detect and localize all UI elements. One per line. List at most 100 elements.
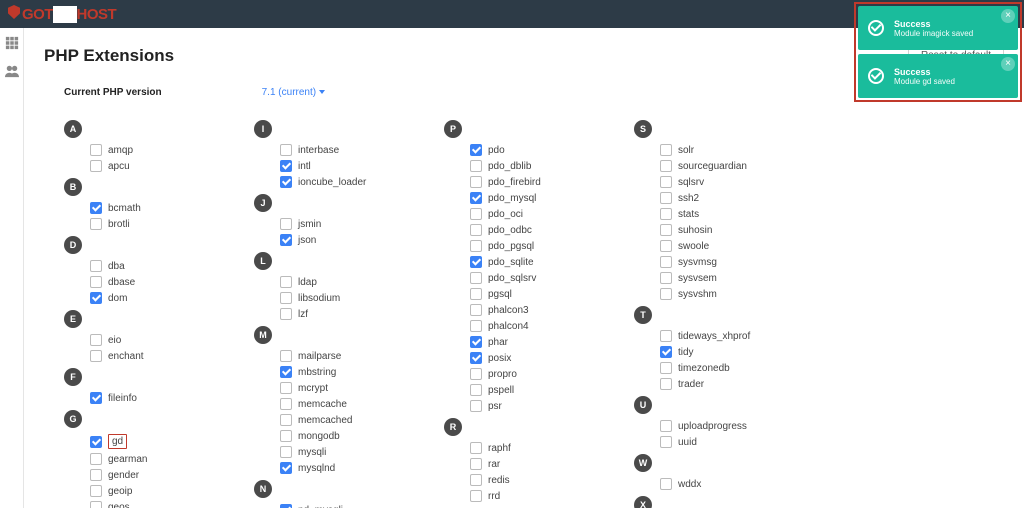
ext-row-memcached[interactable]: memcached: [254, 412, 414, 428]
ext-row-dom[interactable]: dom: [64, 290, 224, 306]
ext-row-interbase[interactable]: interbase: [254, 142, 414, 158]
ext-checkbox[interactable]: [660, 478, 672, 490]
ext-checkbox[interactable]: [470, 490, 482, 502]
ext-row-pspell[interactable]: pspell: [444, 382, 604, 398]
ext-checkbox[interactable]: [660, 144, 672, 156]
ext-row-timezonedb[interactable]: timezonedb: [634, 360, 794, 376]
ext-checkbox[interactable]: [280, 366, 292, 378]
ext-row-memcache[interactable]: memcache: [254, 396, 414, 412]
ext-row-libsodium[interactable]: libsodium: [254, 290, 414, 306]
ext-row-phar[interactable]: phar: [444, 334, 604, 350]
ext-checkbox[interactable]: [90, 501, 102, 508]
ext-row-stats[interactable]: stats: [634, 206, 794, 222]
ext-row-tidy[interactable]: tidy: [634, 344, 794, 360]
ext-checkbox[interactable]: [470, 224, 482, 236]
ext-checkbox[interactable]: [660, 224, 672, 236]
users-icon[interactable]: [5, 64, 19, 78]
ext-row-pdo_odbc[interactable]: pdo_odbc: [444, 222, 604, 238]
ext-row-swoole[interactable]: swoole: [634, 238, 794, 254]
ext-row-dbase[interactable]: dbase: [64, 274, 224, 290]
ext-row-raphf[interactable]: raphf: [444, 440, 604, 456]
ext-row-pgsql[interactable]: pgsql: [444, 286, 604, 302]
ext-row-pdo_mysql[interactable]: pdo_mysql: [444, 190, 604, 206]
ext-checkbox[interactable]: [660, 208, 672, 220]
ext-checkbox[interactable]: [90, 453, 102, 465]
ext-row-solr[interactable]: solr: [634, 142, 794, 158]
ext-row-jsmin[interactable]: jsmin: [254, 216, 414, 232]
ext-checkbox[interactable]: [470, 352, 482, 364]
ext-checkbox[interactable]: [90, 202, 102, 214]
ext-row-bcmath[interactable]: bcmath: [64, 200, 224, 216]
ext-row-pdo_oci[interactable]: pdo_oci: [444, 206, 604, 222]
ext-checkbox[interactable]: [470, 368, 482, 380]
ext-checkbox[interactable]: [660, 272, 672, 284]
ext-checkbox[interactable]: [280, 176, 292, 188]
ext-row-ssh2[interactable]: ssh2: [634, 190, 794, 206]
ext-checkbox[interactable]: [90, 276, 102, 288]
ext-checkbox[interactable]: [90, 469, 102, 481]
ext-row-sqlsrv[interactable]: sqlsrv: [634, 174, 794, 190]
ext-row-brotli[interactable]: brotli: [64, 216, 224, 232]
ext-checkbox[interactable]: [90, 350, 102, 362]
ext-checkbox[interactable]: [470, 192, 482, 204]
ext-checkbox[interactable]: [660, 160, 672, 172]
ext-row-pdo[interactable]: pdo: [444, 142, 604, 158]
ext-row-psr[interactable]: psr: [444, 398, 604, 414]
ext-row-phalcon3[interactable]: phalcon3: [444, 302, 604, 318]
close-icon[interactable]: ×: [1001, 9, 1015, 23]
ext-checkbox[interactable]: [470, 304, 482, 316]
ext-checkbox[interactable]: [90, 144, 102, 156]
ext-checkbox[interactable]: [280, 446, 292, 458]
ext-row-mbstring[interactable]: mbstring: [254, 364, 414, 380]
ext-checkbox[interactable]: [90, 292, 102, 304]
ext-checkbox[interactable]: [90, 218, 102, 230]
ext-row-trader[interactable]: trader: [634, 376, 794, 392]
ext-checkbox[interactable]: [470, 208, 482, 220]
ext-checkbox[interactable]: [90, 485, 102, 497]
ext-checkbox[interactable]: [660, 420, 672, 432]
ext-row-redis[interactable]: redis: [444, 472, 604, 488]
ext-row-sysvshm[interactable]: sysvshm: [634, 286, 794, 302]
ext-checkbox[interactable]: [660, 346, 672, 358]
ext-checkbox[interactable]: [280, 144, 292, 156]
ext-row-rrd[interactable]: rrd: [444, 488, 604, 504]
close-icon[interactable]: ×: [1001, 57, 1015, 71]
ext-row-lzf[interactable]: lzf: [254, 306, 414, 322]
ext-row-rar[interactable]: rar: [444, 456, 604, 472]
ext-row-amqp[interactable]: amqp: [64, 142, 224, 158]
ext-row-sourceguardian[interactable]: sourceguardian: [634, 158, 794, 174]
ext-row-ldap[interactable]: ldap: [254, 274, 414, 290]
ext-row-wddx[interactable]: wddx: [634, 476, 794, 492]
ext-checkbox[interactable]: [280, 398, 292, 410]
ext-row-pdo_pgsql[interactable]: pdo_pgsql: [444, 238, 604, 254]
ext-row-pdo_sqlsrv[interactable]: pdo_sqlsrv: [444, 270, 604, 286]
ext-checkbox[interactable]: [470, 474, 482, 486]
ext-checkbox[interactable]: [280, 414, 292, 426]
ext-row-pdo_dblib[interactable]: pdo_dblib: [444, 158, 604, 174]
ext-checkbox[interactable]: [660, 192, 672, 204]
ext-row-mongodb[interactable]: mongodb: [254, 428, 414, 444]
ext-row-mailparse[interactable]: mailparse: [254, 348, 414, 364]
ext-row-sysvmsg[interactable]: sysvmsg: [634, 254, 794, 270]
ext-row-uuid[interactable]: uuid: [634, 434, 794, 450]
ext-checkbox[interactable]: [280, 160, 292, 172]
ext-row-nd_mysqli[interactable]: nd_mysqli: [254, 502, 414, 508]
ext-checkbox[interactable]: [470, 288, 482, 300]
ext-row-tideways_xhprof[interactable]: tideways_xhprof: [634, 328, 794, 344]
ext-row-suhosin[interactable]: suhosin: [634, 222, 794, 238]
ext-checkbox[interactable]: [90, 436, 102, 448]
ext-checkbox[interactable]: [90, 392, 102, 404]
ext-row-dba[interactable]: dba: [64, 258, 224, 274]
ext-row-gearman[interactable]: gearman: [64, 451, 224, 467]
ext-checkbox[interactable]: [660, 362, 672, 374]
ext-checkbox[interactable]: [470, 458, 482, 470]
ext-row-phalcon4[interactable]: phalcon4: [444, 318, 604, 334]
ext-checkbox[interactable]: [90, 160, 102, 172]
ext-checkbox[interactable]: [660, 330, 672, 342]
ext-row-mysqlnd[interactable]: mysqlnd: [254, 460, 414, 476]
ext-checkbox[interactable]: [660, 256, 672, 268]
ext-row-pdo_sqlite[interactable]: pdo_sqlite: [444, 254, 604, 270]
ext-row-uploadprogress[interactable]: uploadprogress: [634, 418, 794, 434]
apps-icon[interactable]: [5, 36, 19, 50]
ext-checkbox[interactable]: [660, 436, 672, 448]
